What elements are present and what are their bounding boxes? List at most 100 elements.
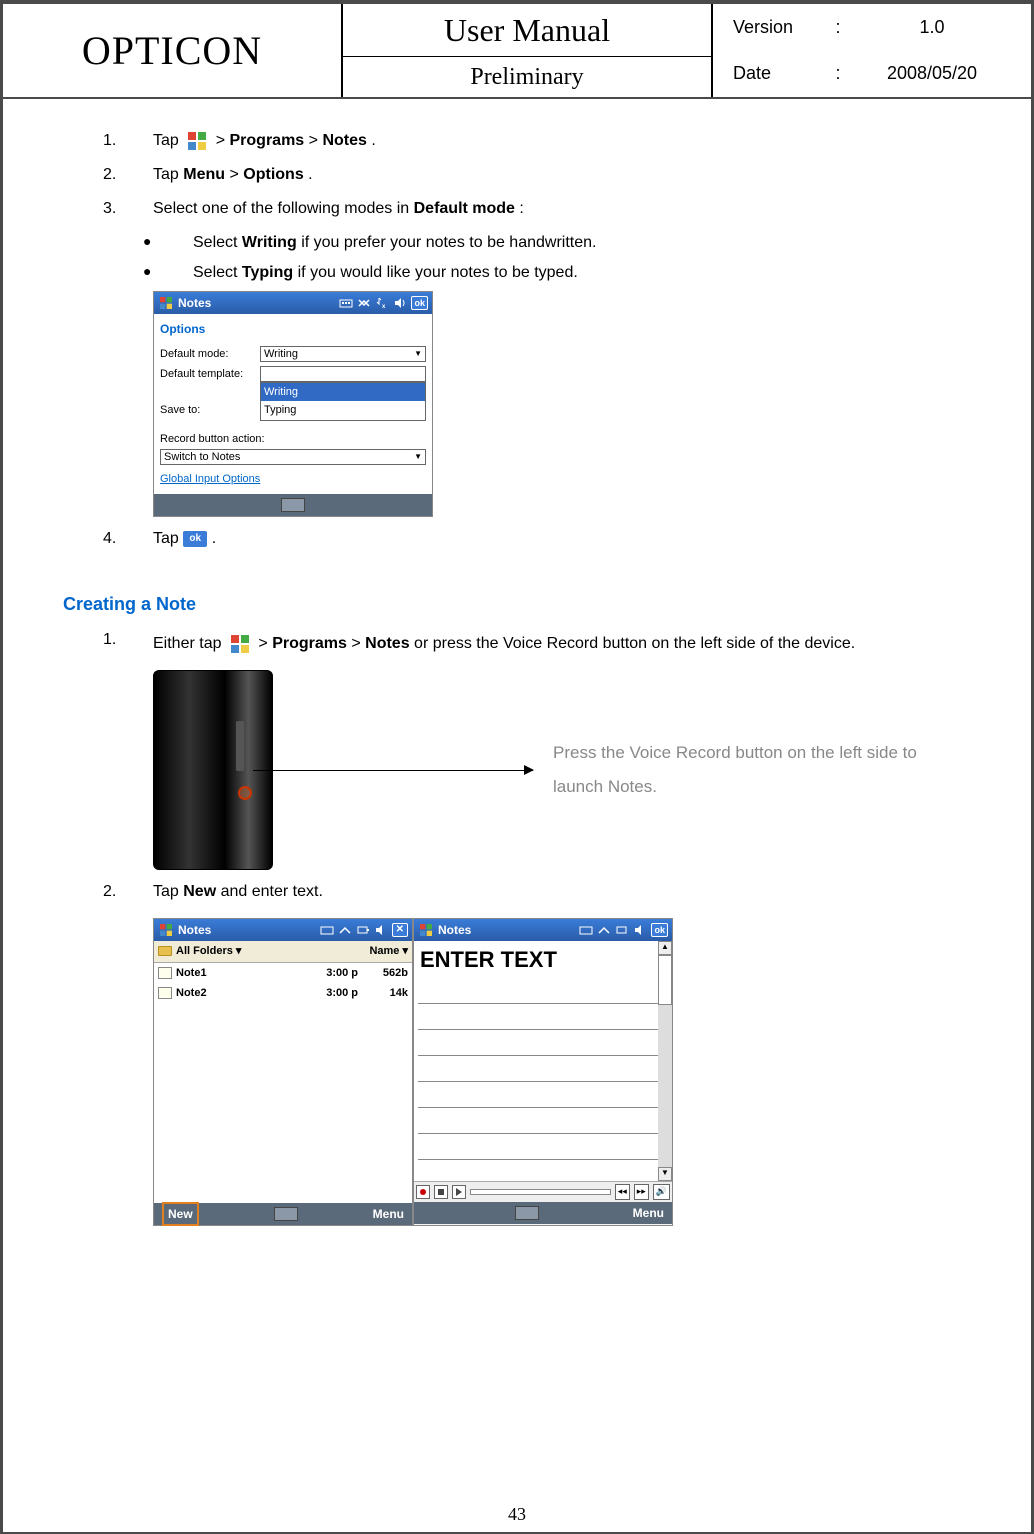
step-2: 2. Tap Menu > Options .: [103, 163, 961, 187]
name-sort[interactable]: Name ▾: [369, 943, 408, 960]
bottom-bar: New Menu: [154, 1203, 412, 1225]
meta-block: Version : 1.0 Date : 2008/05/20: [713, 4, 1031, 97]
speaker-icon[interactable]: [633, 923, 647, 937]
page-number: 43: [3, 1501, 1031, 1532]
step-3: 3. Select one of the following modes in …: [103, 197, 961, 221]
bullet-icon: ●: [143, 261, 193, 285]
keyboard-icon[interactable]: [274, 1207, 298, 1221]
record-button[interactable]: [416, 1185, 430, 1199]
new-button[interactable]: New: [162, 1202, 199, 1226]
scroll-thumb[interactable]: [658, 955, 672, 1005]
play-icon: [456, 1188, 462, 1196]
connection-icon[interactable]: [357, 296, 371, 310]
text: >: [258, 635, 272, 652]
play-button[interactable]: [452, 1185, 466, 1199]
section-creating-note: Creating a Note: [63, 591, 961, 618]
text: >: [216, 132, 230, 149]
step-num: 3.: [103, 197, 153, 221]
scroll-down-icon[interactable]: ▼: [658, 1167, 672, 1181]
note-time: 3:00 p: [298, 965, 358, 982]
close-button[interactable]: ✕: [392, 923, 408, 937]
text: .: [212, 530, 216, 547]
connection-icon[interactable]: [338, 923, 352, 937]
keyboard-icon[interactable]: [579, 923, 593, 937]
stop-button[interactable]: [434, 1185, 448, 1199]
note-time: 3:00 p: [298, 985, 358, 1002]
speaker-icon[interactable]: [374, 923, 388, 937]
ruled-line: [418, 1056, 668, 1082]
taskbar-title: Notes: [178, 921, 211, 939]
ruled-line: [418, 1108, 668, 1134]
battery-icon[interactable]: [615, 923, 629, 937]
keyboard-icon[interactable]: [515, 1206, 539, 1220]
step-body: Tap ok .: [153, 527, 961, 551]
date-value: 2008/05/20: [853, 60, 1011, 87]
prev-button[interactable]: ◂◂: [615, 1184, 630, 1200]
signal-icon[interactable]: x: [375, 296, 389, 310]
start-icon[interactable]: [418, 922, 434, 938]
start-icon[interactable]: [158, 295, 174, 311]
date-row: Date : 2008/05/20: [713, 51, 1031, 98]
connection-icon[interactable]: [597, 923, 611, 937]
note-icon: [158, 967, 172, 979]
speaker-icon[interactable]: [393, 296, 407, 310]
callout-text: Press the Voice Record button on the lef…: [553, 736, 961, 804]
step-4: 4. Tap ok .: [103, 527, 961, 551]
ruled-line: [418, 1004, 668, 1030]
notes-editor-screenshot: Notes ok ENTER TEXT: [413, 918, 673, 1226]
step-num: 4.: [103, 527, 153, 551]
next-button[interactable]: ▸▸: [634, 1184, 649, 1200]
programs-bold: Programs: [272, 635, 347, 652]
bullet-writing: ● Select Writing if you prefer your note…: [143, 231, 961, 255]
mode-dropdown[interactable]: Writing ▼: [260, 346, 426, 362]
bullet-icon: ●: [143, 231, 193, 255]
step-num: 1.: [103, 129, 153, 153]
taskbar: Notes ok: [414, 919, 672, 941]
menu-button[interactable]: Menu: [633, 1204, 664, 1222]
notes-bold: Notes: [322, 132, 366, 149]
keyboard-icon[interactable]: [339, 296, 353, 310]
scroll-up-icon[interactable]: ▲: [658, 941, 672, 955]
template-dropdown[interactable]: Writing Typing: [260, 366, 426, 382]
bottom-bar: [154, 494, 432, 516]
editor-body[interactable]: ENTER TEXT ▲ ▼: [414, 941, 672, 1181]
text: >: [309, 132, 323, 149]
battery-icon[interactable]: [356, 923, 370, 937]
text: >: [351, 635, 365, 652]
save-label: Save to:: [160, 402, 260, 419]
note-size: 562b: [358, 965, 408, 982]
step-num: 2.: [103, 880, 153, 904]
record-dropdown[interactable]: Switch to Notes ▼: [160, 449, 426, 465]
text: Tap: [153, 132, 183, 149]
speaker-button[interactable]: 🔊: [653, 1184, 670, 1200]
keyboard-icon[interactable]: [320, 923, 334, 937]
device-slider: [236, 721, 244, 771]
start-icon[interactable]: [158, 922, 174, 938]
bullet-body: Select Typing if you would like your not…: [193, 261, 961, 285]
text: Select: [193, 234, 242, 251]
ok-button[interactable]: ok: [651, 923, 668, 937]
page: OPTICON User Manual Preliminary Version …: [0, 0, 1034, 1534]
ruled-line: [418, 1030, 668, 1056]
taskbar-title: Notes: [438, 921, 471, 939]
menu-button[interactable]: Menu: [373, 1205, 404, 1223]
list-item[interactable]: Note1 3:00 p 562b: [154, 963, 412, 984]
record-label: Record button action:: [160, 431, 426, 448]
ok-button[interactable]: ok: [411, 296, 428, 310]
step-body: Tap > Programs > Notes .: [153, 129, 961, 153]
folders-dropdown[interactable]: All Folders ▾: [176, 943, 241, 960]
dropdown-arrow-icon: ▾: [236, 945, 242, 957]
dropdown-panel: Writing Typing: [260, 382, 426, 421]
global-input-link[interactable]: Global Input Options: [160, 471, 260, 488]
playback-slider[interactable]: [470, 1189, 611, 1195]
keyboard-icon[interactable]: [281, 498, 305, 512]
taskbar: Notes ✕: [154, 919, 412, 941]
dropdown-option-typing[interactable]: Typing: [261, 401, 425, 420]
scrollbar[interactable]: ▲ ▼: [658, 941, 672, 1181]
bullet-body: Select Writing if you prefer your notes …: [193, 231, 961, 255]
text: Tap: [153, 883, 183, 900]
list-item[interactable]: Note2 3:00 p 14k: [154, 983, 412, 1004]
step-num: 2.: [103, 163, 153, 187]
dropdown-arrow-icon: ▼: [414, 451, 422, 463]
dropdown-option-writing[interactable]: Writing: [261, 383, 425, 402]
